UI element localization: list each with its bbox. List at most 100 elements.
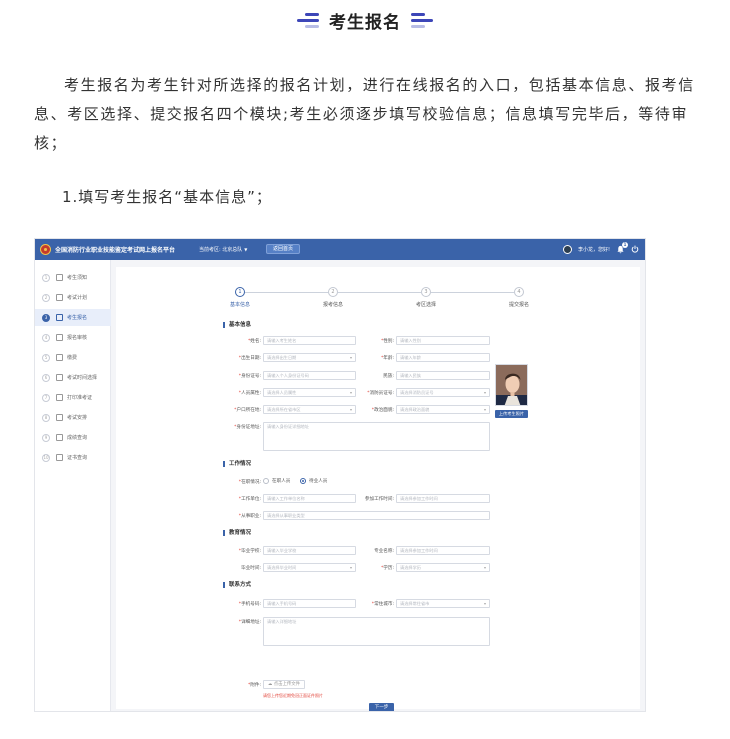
section-title-work: 工作情况: [223, 461, 251, 467]
sidebar-nav: 1 考生须知 2 考试计划 3 考生报名 4 报名审核 5 缴费 6 考试时间选…: [35, 260, 111, 711]
upload-file-label: 点击上传文件: [273, 682, 301, 687]
radio-label: 待业人员: [309, 479, 328, 484]
sidebar-item-exam-time[interactable]: 6 考试时间选择: [35, 369, 111, 386]
sidebar-item-notice[interactable]: 1 考生须知: [35, 269, 111, 286]
hukou-label: *户口所在地:: [234, 408, 261, 413]
degree-select[interactable]: 请选择学历 ▾: [396, 563, 490, 572]
logout-button[interactable]: [631, 245, 639, 255]
step-number: 9: [42, 433, 50, 442]
sidebar-item-label: 报名审核: [67, 335, 88, 341]
address-textarea[interactable]: 请输入详细地址: [263, 617, 490, 646]
certificate-icon: [56, 454, 63, 461]
avatar[interactable]: [562, 245, 572, 254]
employer-input[interactable]: 请输入工作单位名称: [263, 494, 356, 503]
major-input[interactable]: 请选择参加工作时间: [396, 546, 490, 555]
return-home-button[interactable]: 返回首页: [266, 244, 300, 254]
user-area: 李小龙，您好! 1: [562, 242, 639, 255]
radio-unemployed[interactable]: 待业人员: [300, 478, 327, 484]
phone-input[interactable]: 请输入手机号码: [263, 599, 356, 608]
step-number: 7: [42, 393, 50, 402]
radio-employed[interactable]: 在职人员: [263, 478, 290, 484]
chevron-down-icon: ▾: [349, 407, 352, 412]
step-circle: 2: [328, 287, 338, 297]
birth-date-placeholder: 请选择出生日期: [267, 355, 297, 360]
hukou-select[interactable]: 请选择所在省市区 ▾: [263, 405, 356, 414]
step-circle: 1: [235, 287, 245, 297]
heading-decoration-left: [293, 12, 319, 28]
chevron-down-icon: ▾: [483, 407, 486, 412]
sidebar-item-certificate[interactable]: 10 证书查询: [35, 449, 111, 466]
step-submit[interactable]: 4 提交报名: [489, 287, 549, 308]
step-number: 5: [42, 353, 50, 362]
step-region[interactable]: 3 考区选择: [396, 287, 456, 308]
step-number: 3: [42, 313, 50, 322]
city-placeholder: 请选择常住省市: [400, 601, 430, 606]
notification-button[interactable]: 1: [616, 242, 628, 254]
degree-placeholder: 请选择学历: [400, 565, 421, 570]
fire-cert-select[interactable]: 请选择消防员证号 ▾: [396, 388, 490, 397]
exam-region-label: 当前考区: 北京总队: [199, 247, 243, 253]
step-exam-info[interactable]: 2 报考信息: [303, 287, 363, 308]
step-label: 基本信息: [229, 302, 250, 308]
article-heading: 考生报名: [0, 8, 730, 33]
candidate-photo: [495, 364, 528, 406]
sidebar-item-review[interactable]: 4 报名审核: [35, 329, 111, 346]
step-basic-info[interactable]: 1 基本信息: [210, 287, 270, 308]
step-number: 8: [42, 413, 50, 422]
fire-cert-label: *消防员证号:: [367, 391, 394, 396]
form-icon: [56, 314, 63, 321]
sidebar-item-label: 打印准考证: [67, 395, 93, 401]
article-title: 考生报名: [329, 12, 401, 33]
school-input[interactable]: 请输入毕业学校: [263, 546, 356, 555]
city-select[interactable]: 请选择常住省市 ▾: [396, 599, 490, 608]
step-number: 2: [42, 293, 50, 302]
progress-stepper: 1 基本信息 2 报考信息 3 考区选择 4 提交报名: [116, 287, 640, 313]
next-step-button[interactable]: 下一步: [369, 703, 394, 711]
print-icon: [56, 394, 63, 401]
id-address-textarea[interactable]: 请输入身份证详细地址: [263, 422, 490, 451]
chevron-down-icon: ▾: [349, 390, 352, 395]
article-step-text: 1.填写考生报名“基本信息”；: [62, 188, 272, 206]
political-label: *政治面貌:: [371, 408, 394, 413]
sidebar-item-exam-plan[interactable]: 2 考试计划: [35, 289, 111, 306]
grad-time-picker[interactable]: 请选择毕业时间 ▾: [263, 563, 356, 572]
grad-time-label: 毕业时间:: [241, 566, 261, 571]
sidebar-item-exam-schedule[interactable]: 8 考试安排: [35, 409, 111, 426]
radio-dot: [300, 478, 306, 484]
city-label: *常住城市:: [371, 602, 394, 607]
gender-label: *性别:: [380, 339, 394, 344]
name-label: *姓名:: [247, 339, 261, 344]
work-start-picker[interactable]: 请选择参加工作时间: [396, 494, 490, 503]
sidebar-item-registration[interactable]: 3 考生报名: [35, 309, 111, 326]
calendar-icon: [56, 294, 63, 301]
id-number-label: *身份证号:: [238, 374, 261, 379]
gender-input[interactable]: 请输入性别: [396, 336, 490, 345]
search-icon: [56, 434, 63, 441]
step-label: 考区选择: [415, 302, 436, 308]
sidebar-item-print-ticket[interactable]: 7 打印准考证: [35, 389, 111, 406]
sidebar-item-score[interactable]: 9 成绩查询: [35, 429, 111, 446]
doc-icon: [56, 274, 63, 281]
step-circle: 3: [421, 287, 431, 297]
person-type-label: *人员属性:: [238, 391, 261, 396]
name-input[interactable]: 请输入考生姓名: [263, 336, 356, 345]
exam-region-select[interactable]: 当前考区: 北京总队 ▼: [199, 246, 247, 253]
step-number: 6: [42, 373, 50, 382]
work-start-label: 参加工作时间:: [364, 497, 394, 502]
political-select[interactable]: 请选择政治面貌 ▾: [396, 405, 490, 414]
ethnicity-input[interactable]: 请输入民族: [396, 371, 490, 380]
person-type-select[interactable]: 请选择人员属性 ▾: [263, 388, 356, 397]
age-input[interactable]: 请输入年龄: [396, 353, 490, 362]
sidebar-item-label: 考试时间选择: [67, 375, 98, 381]
upload-file-button[interactable]: ☁ 点击上传文件: [263, 680, 305, 689]
ethnicity-label: 民族:: [383, 374, 394, 379]
birth-date-picker[interactable]: 请选择出生日期 ▾: [263, 353, 356, 362]
major-label: 专业名称:: [374, 549, 394, 554]
occupation-select[interactable]: 请选择从事职业类型: [263, 511, 490, 520]
upload-photo-button[interactable]: 上传考生照片: [495, 410, 528, 418]
sidebar-item-payment[interactable]: 5 缴费: [35, 349, 111, 366]
section-title-basic: 基本信息: [223, 322, 251, 328]
id-number-input[interactable]: 请输入个人身份证号码: [263, 371, 356, 380]
step-label: 提交报名: [508, 302, 529, 308]
top-bar: 全国消防行业职业技能鉴定考试网上报名平台 当前考区: 北京总队 ▼ 返回首页 李小…: [35, 239, 645, 260]
